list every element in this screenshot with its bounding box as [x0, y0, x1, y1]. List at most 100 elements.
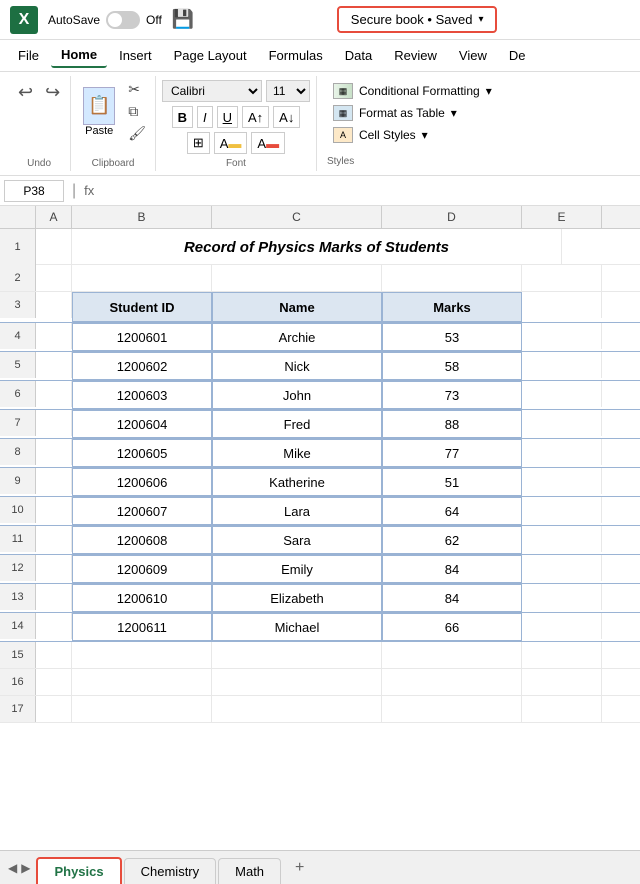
cell-b12[interactable]: 1200609: [72, 555, 212, 583]
sheet-tab-physics[interactable]: Physics: [36, 857, 121, 884]
font-size-select[interactable]: 11: [266, 80, 310, 102]
cell-e11[interactable]: [522, 526, 602, 552]
cell-e15[interactable]: [522, 642, 602, 668]
cell-b8[interactable]: 1200605: [72, 439, 212, 467]
menu-de[interactable]: De: [499, 44, 536, 67]
cell-b14[interactable]: 1200611: [72, 613, 212, 641]
cell-e17[interactable]: [522, 696, 602, 722]
cell-b10[interactable]: 1200607: [72, 497, 212, 525]
format-painter-button[interactable]: 🖌: [125, 124, 149, 143]
cell-b9[interactable]: 1200606: [72, 468, 212, 496]
cell-d4[interactable]: 53: [382, 323, 522, 351]
cell-e2[interactable]: [522, 265, 602, 291]
cell-e8[interactable]: [522, 439, 602, 465]
cell-d9[interactable]: 51: [382, 468, 522, 496]
col-header-e[interactable]: E: [522, 206, 602, 228]
cell-d10[interactable]: 64: [382, 497, 522, 525]
cell-c4[interactable]: Archie: [212, 323, 382, 351]
cell-e16[interactable]: [522, 669, 602, 695]
cell-a10[interactable]: [36, 497, 72, 523]
cell-a4[interactable]: [36, 323, 72, 349]
paste-button[interactable]: 📋 Paste: [77, 85, 121, 139]
cell-a6[interactable]: [36, 381, 72, 407]
fill-color-button[interactable]: A▬: [214, 132, 248, 154]
cell-a2[interactable]: [36, 265, 72, 291]
cell-c15[interactable]: [212, 642, 382, 668]
cell-b13[interactable]: 1200610: [72, 584, 212, 612]
file-title-dropdown[interactable]: ▾: [478, 14, 483, 25]
cell-b15[interactable]: [72, 642, 212, 668]
cell-d3-header[interactable]: Marks: [382, 292, 522, 322]
cell-c11[interactable]: Sara: [212, 526, 382, 554]
cell-d11[interactable]: 62: [382, 526, 522, 554]
fx-button[interactable]: fx: [84, 183, 94, 198]
cell-b17[interactable]: [72, 696, 212, 722]
cell-e13[interactable]: [522, 584, 602, 610]
cell-d8[interactable]: 77: [382, 439, 522, 467]
cell-a7[interactable]: [36, 410, 72, 436]
cell-reference-input[interactable]: [4, 180, 64, 202]
col-header-a[interactable]: A: [36, 206, 72, 228]
cell-b16[interactable]: [72, 669, 212, 695]
cell-c16[interactable]: [212, 669, 382, 695]
cell-c17[interactable]: [212, 696, 382, 722]
cell-a16[interactable]: [36, 669, 72, 695]
bold-button[interactable]: B: [172, 106, 193, 128]
copy-button[interactable]: ⧉: [125, 102, 149, 121]
cell-b1-title[interactable]: Record of Physics Marks of Students: [72, 229, 562, 265]
col-header-c[interactable]: C: [212, 206, 382, 228]
cell-d2[interactable]: [382, 265, 522, 291]
cell-d13[interactable]: 84: [382, 584, 522, 612]
save-icon[interactable]: 💾: [172, 9, 194, 30]
file-title-box[interactable]: Secure book • Saved ▾: [337, 6, 498, 33]
cell-c9[interactable]: Katherine: [212, 468, 382, 496]
cell-e5[interactable]: [522, 352, 602, 378]
menu-review[interactable]: Review: [384, 44, 447, 67]
cell-b4[interactable]: 1200601: [72, 323, 212, 351]
cell-e12[interactable]: [522, 555, 602, 581]
cell-e9[interactable]: [522, 468, 602, 494]
sheet-tab-math[interactable]: Math: [218, 858, 281, 884]
cell-d7[interactable]: 88: [382, 410, 522, 438]
cell-a13[interactable]: [36, 584, 72, 610]
cell-c14[interactable]: Michael: [212, 613, 382, 641]
cell-b7[interactable]: 1200604: [72, 410, 212, 438]
cell-b5[interactable]: 1200602: [72, 352, 212, 380]
cell-a15[interactable]: [36, 642, 72, 668]
cell-c8[interactable]: Mike: [212, 439, 382, 467]
cell-b2[interactable]: [72, 265, 212, 291]
cell-styles-button[interactable]: A Cell Styles ▾: [327, 124, 434, 146]
cell-d12[interactable]: 84: [382, 555, 522, 583]
cell-d6[interactable]: 73: [382, 381, 522, 409]
border-button[interactable]: ⊞: [187, 132, 210, 154]
menu-file[interactable]: File: [8, 44, 49, 67]
formula-input[interactable]: [98, 181, 636, 200]
cell-d15[interactable]: [382, 642, 522, 668]
cell-a3[interactable]: [36, 292, 72, 318]
cell-d14[interactable]: 66: [382, 613, 522, 641]
cell-e4[interactable]: [522, 323, 602, 349]
underline-button[interactable]: U: [217, 106, 238, 128]
menu-data[interactable]: Data: [335, 44, 382, 67]
cell-c2[interactable]: [212, 265, 382, 291]
cell-c7[interactable]: Fred: [212, 410, 382, 438]
menu-home[interactable]: Home: [51, 43, 107, 68]
cell-a12[interactable]: [36, 555, 72, 581]
sheet-tab-chemistry[interactable]: Chemistry: [124, 858, 217, 884]
cell-c3-header[interactable]: Name: [212, 292, 382, 322]
cell-b3-header[interactable]: Student ID: [72, 292, 212, 322]
cell-a8[interactable]: [36, 439, 72, 465]
cell-a17[interactable]: [36, 696, 72, 722]
cell-c12[interactable]: Emily: [212, 555, 382, 583]
font-color-button[interactable]: A▬: [251, 132, 285, 154]
cell-e6[interactable]: [522, 381, 602, 407]
col-header-b[interactable]: B: [72, 206, 212, 228]
cell-e3[interactable]: [522, 292, 602, 318]
cell-c13[interactable]: Elizabeth: [212, 584, 382, 612]
format-as-table-button[interactable]: ▦ Format as Table ▾: [327, 102, 463, 124]
cut-button[interactable]: ✂: [125, 80, 149, 99]
cell-b11[interactable]: 1200608: [72, 526, 212, 554]
cell-c5[interactable]: Nick: [212, 352, 382, 380]
cell-d16[interactable]: [382, 669, 522, 695]
cell-a1[interactable]: [36, 229, 72, 265]
